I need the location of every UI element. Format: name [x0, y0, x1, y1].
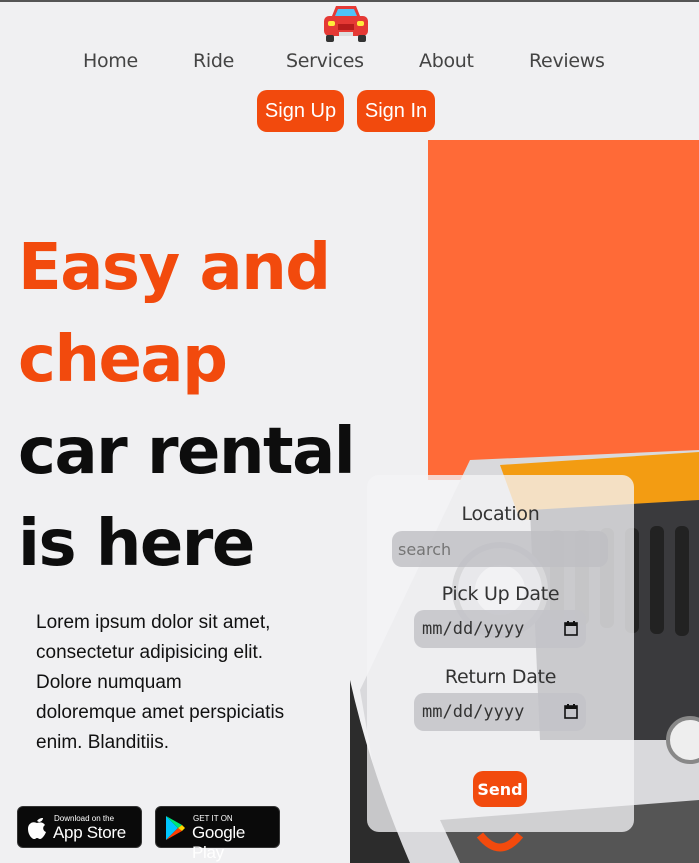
pickup-date-input[interactable]: mm/dd/yyyy [414, 610, 586, 648]
hero-headline: Easy and cheap car rental is here [18, 222, 398, 590]
return-date-value: mm/dd/yyyy [422, 702, 525, 722]
nav-about[interactable]: About [419, 50, 474, 72]
calendar-icon[interactable] [564, 621, 578, 636]
nav-home[interactable]: Home [83, 50, 138, 72]
headline-line-2: cheap [18, 323, 228, 397]
google-play-text: Google Play [192, 823, 246, 862]
location-search-input[interactable] [392, 531, 608, 567]
nav-services[interactable]: Services [286, 50, 364, 72]
nav-reviews[interactable]: Reviews [529, 50, 605, 72]
app-store-small-text: Download on the [54, 814, 115, 823]
apple-icon [28, 818, 46, 839]
main-nav: Home Ride Services About Reviews [0, 50, 699, 78]
google-play-button[interactable]: GET IT ON Google Play [155, 806, 280, 862]
hero-color-panel [428, 140, 699, 480]
calendar-icon[interactable] [564, 704, 578, 719]
google-play-small-text: GET IT ON [193, 814, 233, 823]
pickup-date-value: mm/dd/yyyy [422, 619, 525, 639]
sign-up-button[interactable]: Sign Up [257, 90, 344, 132]
return-date-label: Return Date [444, 666, 557, 688]
location-label: Location [461, 503, 540, 525]
headline-line-3: car rental [18, 415, 356, 489]
headline-line-4: is here [18, 507, 255, 581]
send-button[interactable]: Send [473, 771, 527, 807]
booking-form: Location Pick Up Date mm/dd/yyyy Return … [367, 475, 634, 832]
nav-ride[interactable]: Ride [193, 50, 234, 72]
hero-description: Lorem ipsum dolor sit amet, consectetur … [36, 612, 285, 753]
app-store-text: App Store [53, 823, 126, 842]
app-store-button[interactable]: Download on the App Store [17, 806, 142, 848]
return-date-input[interactable]: mm/dd/yyyy [414, 693, 586, 731]
google-play-icon [166, 816, 185, 840]
sign-in-button[interactable]: Sign In [357, 90, 435, 132]
car-logo-icon[interactable] [320, 2, 372, 44]
pickup-date-label: Pick Up Date [441, 583, 560, 605]
headline-line-1: Easy and [18, 231, 331, 305]
